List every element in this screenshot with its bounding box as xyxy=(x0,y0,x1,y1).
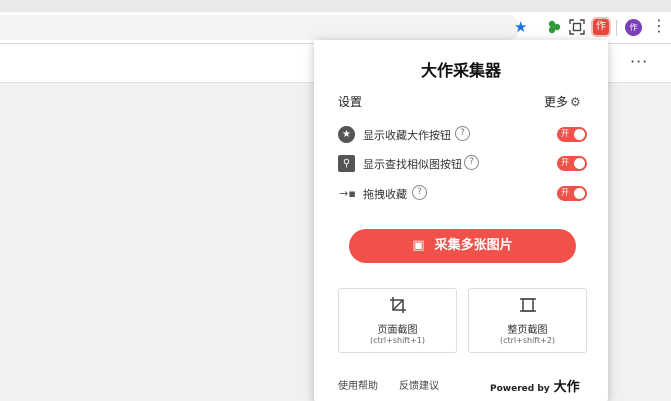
card-title: 整页截图 xyxy=(507,325,548,336)
green-extension-icon[interactable] xyxy=(546,19,562,35)
toggle-knob xyxy=(574,129,585,140)
toggle-knob xyxy=(574,158,585,169)
more-label: 更多 xyxy=(544,95,569,109)
setting-row-find-similar: ⚲ 显示查找相似图按钮 ? 开 xyxy=(338,154,588,174)
gear-icon: ⚙ xyxy=(570,95,581,109)
help-link[interactable]: 使用帮助 xyxy=(338,377,378,392)
setting-row-drag-collect: →▪ 拖拽收藏 ? 开 xyxy=(338,184,588,204)
bookmark-star-icon[interactable]: ★ xyxy=(514,18,527,36)
page-screenshot-card[interactable]: 页面截图 (ctrl+shift+1) xyxy=(338,288,457,353)
help-icon[interactable]: ? xyxy=(412,185,427,200)
help-icon[interactable]: ? xyxy=(464,155,479,170)
setting-label: 拖拽收藏 xyxy=(363,188,407,201)
dazuo-extension-icon[interactable]: 作 xyxy=(591,17,611,37)
screen-capture-extension-icon[interactable] xyxy=(569,19,585,35)
toggle-switch[interactable]: 开 xyxy=(557,186,587,201)
powered-by: Powered by 大作 xyxy=(490,376,580,395)
collect-multiple-images-button[interactable]: ▣ 采集多张图片 xyxy=(349,229,576,263)
browser-menu-icon[interactable]: ⋮ xyxy=(651,17,667,35)
setting-label: 显示查找相似图按钮 xyxy=(363,158,462,171)
help-icon[interactable]: ? xyxy=(455,126,470,141)
profile-avatar[interactable]: 作 xyxy=(625,19,642,36)
dazuo-logo: 大作 xyxy=(553,380,580,395)
search-icon: ⚲ xyxy=(338,155,355,172)
more-settings-link[interactable]: 更多 ⚙ xyxy=(544,93,581,110)
fullpage-screenshot-icon xyxy=(469,296,586,318)
card-title: 页面截图 xyxy=(377,325,418,336)
toggle-text: 开 xyxy=(561,158,569,167)
fullpage-screenshot-card[interactable]: 整页截图 (ctrl+shift+2) xyxy=(468,288,587,353)
popup-title: 大作采集器 xyxy=(420,61,501,80)
toggle-text: 开 xyxy=(561,129,569,138)
toggle-text: 开 xyxy=(561,188,569,197)
toggle-knob xyxy=(574,188,585,199)
powered-by-text: Powered by xyxy=(490,384,550,394)
settings-label: 设置 xyxy=(338,95,363,109)
star-icon: ★ xyxy=(338,126,355,143)
images-icon: ▣ xyxy=(412,238,425,253)
toolbar-separator xyxy=(616,20,617,36)
collect-button-label: 采集多张图片 xyxy=(434,238,513,253)
page-more-icon[interactable]: ··· xyxy=(630,52,648,71)
feedback-link[interactable]: 反馈建议 xyxy=(399,377,439,392)
window-top-strip xyxy=(0,0,671,12)
dazuo-collector-popup: 大作采集器 设置 更多 ⚙ ★ 显示收藏大作按钮 ? 开 ⚲ 显示查找相似图按钮 … xyxy=(314,40,608,401)
setting-row-favorite-button: ★ 显示收藏大作按钮 ? 开 xyxy=(338,125,588,145)
address-bar[interactable] xyxy=(0,15,520,40)
toggle-switch[interactable]: 开 xyxy=(557,156,587,171)
crop-icon xyxy=(339,296,456,318)
drag-collect-icon: →▪ xyxy=(339,187,356,200)
card-shortcut: (ctrl+shift+1) xyxy=(369,336,426,345)
card-shortcut: (ctrl+shift+2) xyxy=(499,336,556,345)
toggle-switch[interactable]: 开 xyxy=(557,127,587,142)
setting-label: 显示收藏大作按钮 xyxy=(363,129,451,142)
